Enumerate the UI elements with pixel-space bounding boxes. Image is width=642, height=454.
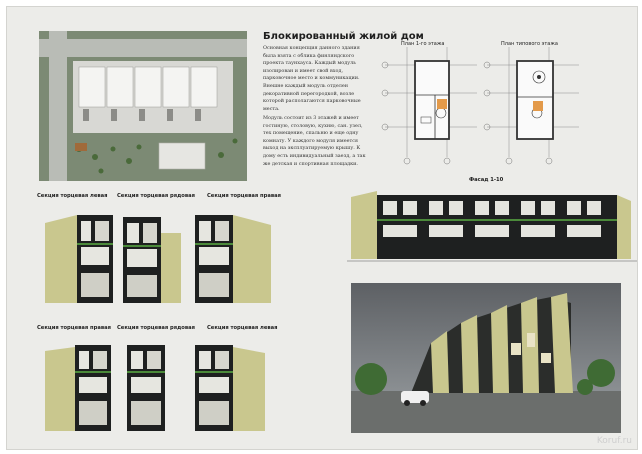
description-paragraph-1: Основная концепция данного здания была в… (263, 45, 361, 112)
section-label-top-3: Секция торцевая правая (207, 193, 281, 199)
project-title: Блокированный жилой дом (263, 31, 424, 42)
plan-typical-floor-drawing (483, 47, 579, 165)
section-label-bottom-2: Секция торцевая рядовая (117, 325, 195, 331)
site-plan-drawing (39, 31, 247, 181)
plan-first-floor-drawing (381, 47, 477, 165)
description-paragraph-2: Модуль состоит из 3 этажей и имеет гости… (263, 115, 366, 167)
facade-drawing (347, 191, 637, 262)
building-render (351, 283, 621, 433)
section-label-bottom-3: Секция торцевая левая (207, 325, 278, 331)
sections-top-drawing (45, 215, 271, 303)
sections-bottom-drawing (45, 345, 265, 431)
site-plan (39, 31, 247, 181)
watermark-text: Koruf.ru (596, 436, 632, 446)
presentation-sheet: Блокированный жилой дом Основная концепц… (6, 6, 638, 450)
facade-label: Фасад 1-10 (469, 177, 504, 183)
section-label-top-1: Секция торцевая левая (37, 193, 108, 199)
section-label-bottom-1: Секция торцевая правая (37, 325, 111, 331)
section-label-top-2: Секция торцевая рядовая (117, 193, 195, 199)
